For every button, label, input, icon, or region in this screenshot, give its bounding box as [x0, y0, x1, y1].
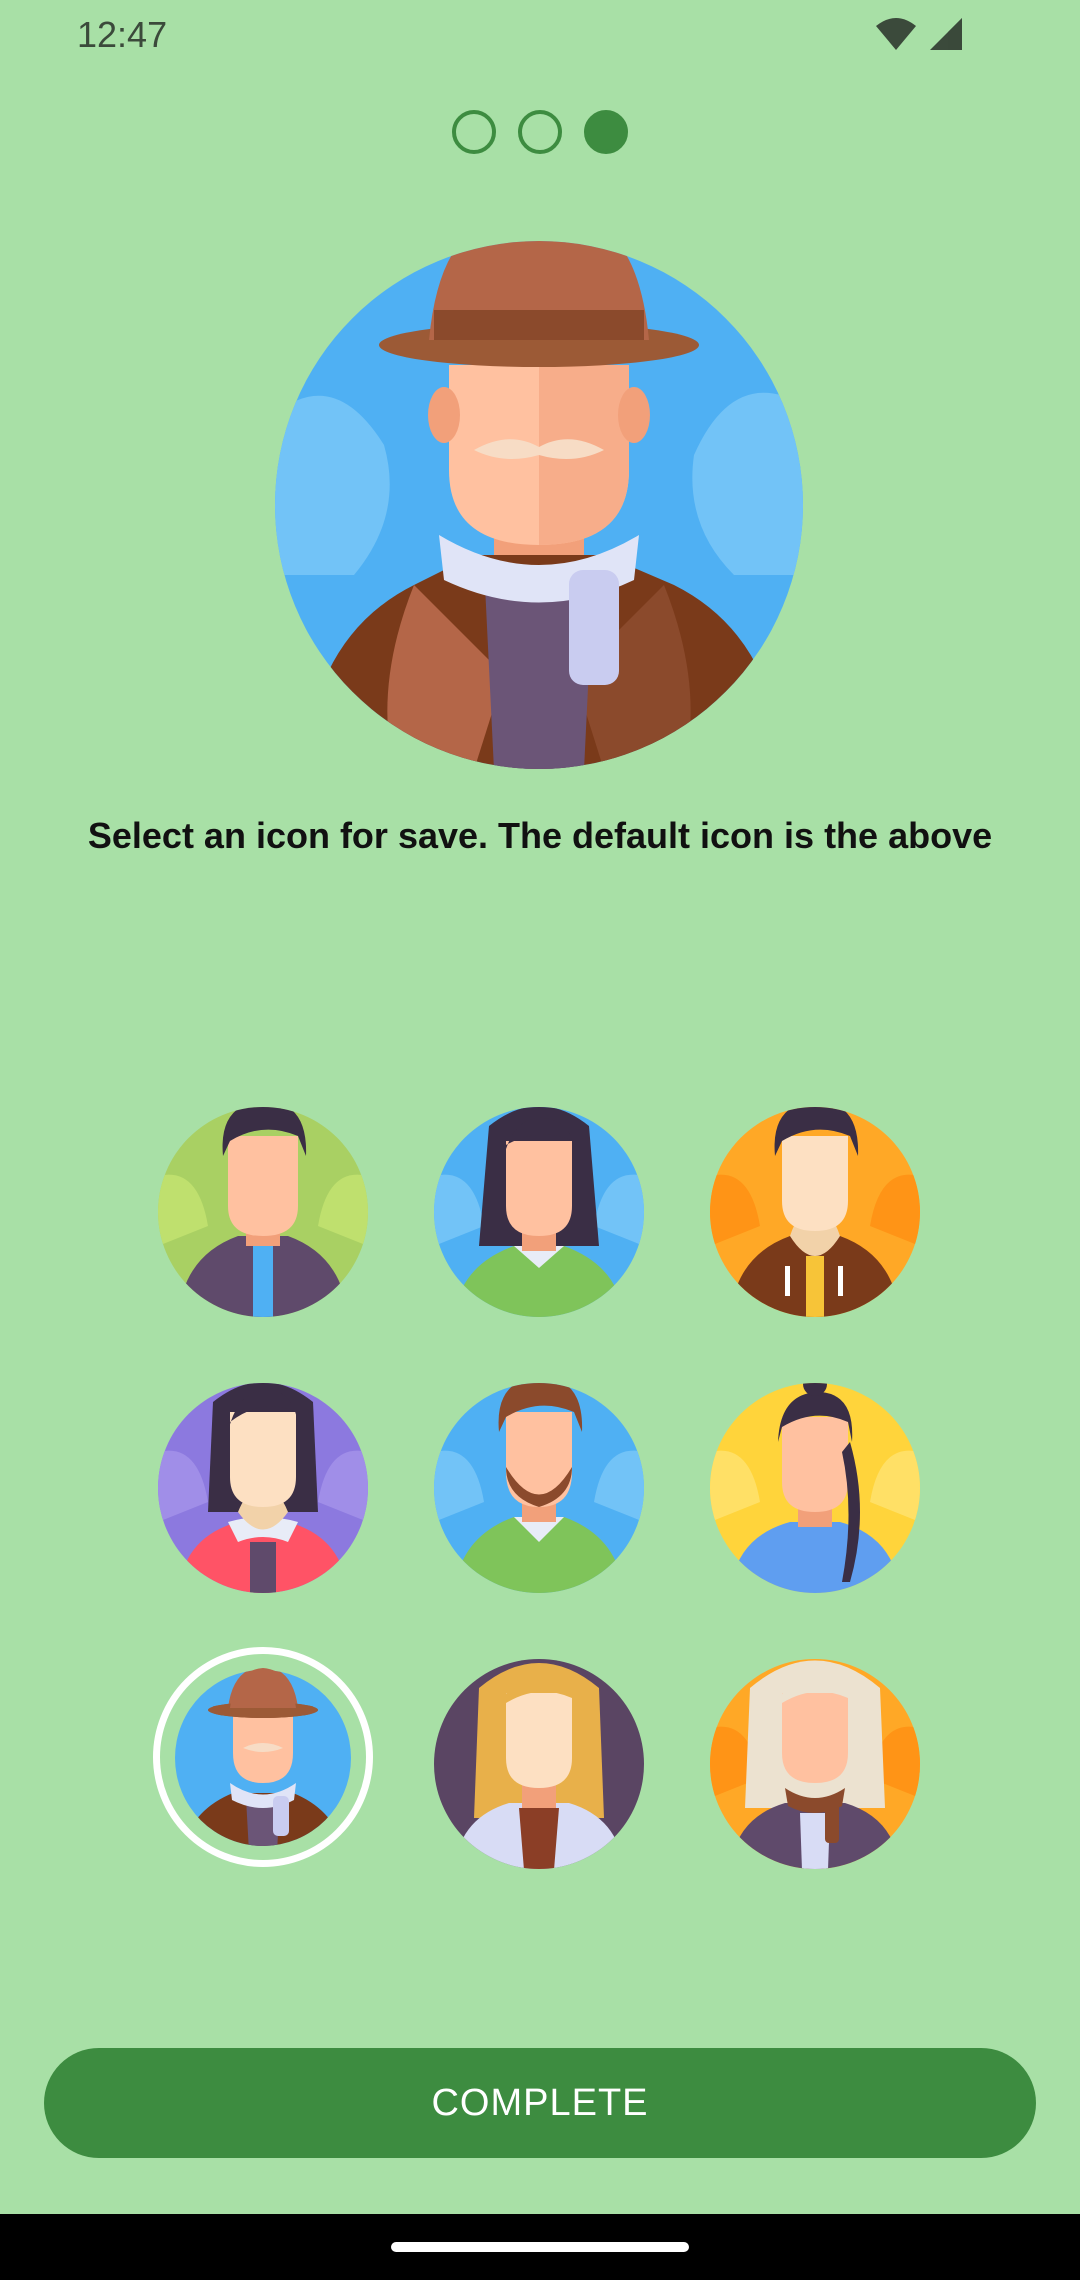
- avatar-man-hat-mustache-icon: [275, 241, 803, 769]
- page-dot-3-active: [584, 110, 628, 154]
- avatar-man-beard-icon: [434, 1383, 644, 1593]
- avatar-woman-ponytail-icon: [710, 1383, 920, 1593]
- avatar-option-5[interactable]: [434, 1372, 644, 1594]
- selection-ring: [153, 1647, 373, 1867]
- complete-button[interactable]: COMPLETE: [44, 2048, 1036, 2158]
- avatar-option-3[interactable]: [710, 1096, 920, 1318]
- avatar-option-4[interactable]: [158, 1372, 368, 1594]
- selected-avatar-preview: [274, 215, 804, 770]
- page-dot-1: [452, 110, 496, 154]
- avatar-option-2[interactable]: [434, 1096, 644, 1318]
- avatar-woman-long-hair-icon: [434, 1107, 644, 1317]
- avatar-woman-pink-hoodie-icon: [158, 1383, 368, 1593]
- avatar-option-6[interactable]: [710, 1372, 920, 1594]
- page-dot-2: [518, 110, 562, 154]
- page-indicator: [0, 110, 1080, 156]
- avatar-woman-blonde-icon: [434, 1659, 644, 1869]
- home-indicator[interactable]: [391, 2242, 689, 2252]
- avatar-man-dark-hair-icon: [158, 1107, 368, 1317]
- wifi-icon: [874, 16, 918, 52]
- status-bar: 12:47: [0, 0, 1080, 72]
- cellular-signal-icon: [928, 16, 964, 52]
- system-nav-bar: [0, 2214, 1080, 2280]
- avatar-option-7[interactable]: [153, 1647, 373, 1870]
- avatar-man-brown-jacket-icon: [710, 1107, 920, 1317]
- avatar-option-1[interactable]: [158, 1096, 368, 1318]
- status-time: 12:47: [77, 14, 168, 55]
- instruction-text: Select an icon for save. The default ico…: [87, 815, 993, 856]
- status-icons: [874, 16, 964, 52]
- avatar-woman-white-hair-scarf-icon: [710, 1659, 920, 1869]
- avatar-option-9[interactable]: [710, 1648, 920, 1870]
- avatar-option-8[interactable]: [434, 1648, 644, 1870]
